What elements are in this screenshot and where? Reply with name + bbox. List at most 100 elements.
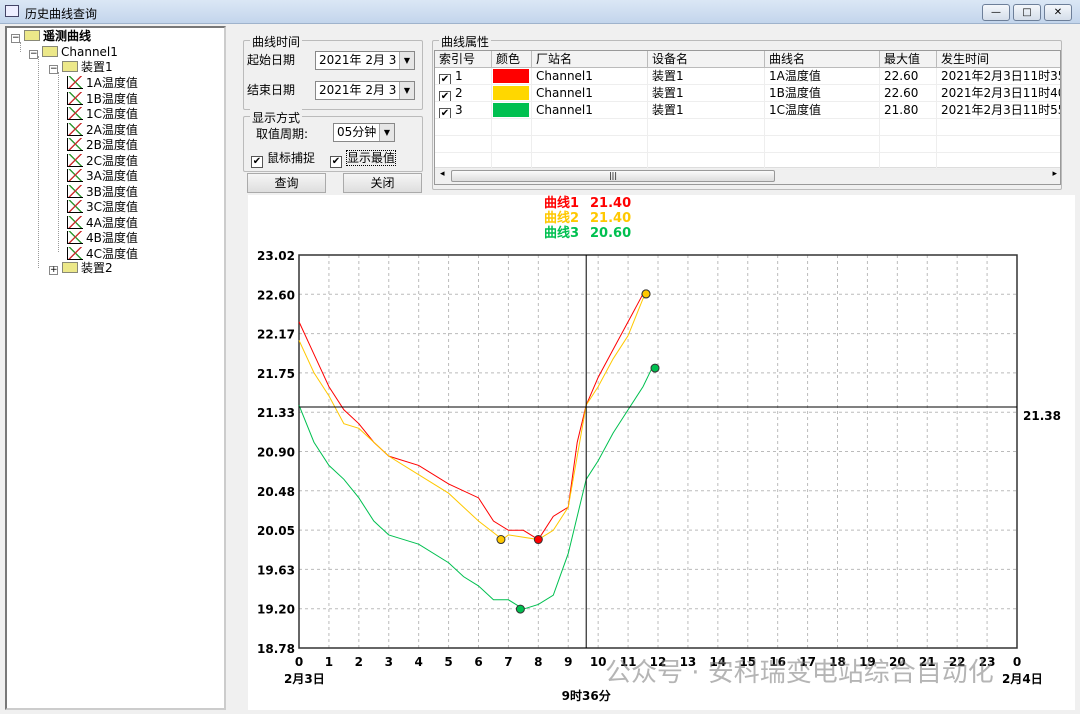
row-checkbox[interactable]: ✔ 3 (435, 102, 492, 119)
tree-root[interactable]: − 遥测曲线 (11, 29, 91, 44)
tree-item[interactable]: 1C温度值 (67, 107, 138, 122)
row-checkbox[interactable]: ✔ 2 (435, 85, 492, 102)
column-header[interactable]: 厂站名 (532, 51, 648, 68)
y-tick-label: 19.63 (257, 563, 295, 577)
column-header[interactable]: 颜色 (492, 51, 532, 68)
y-tick-label: 21.75 (257, 367, 295, 381)
tree-view[interactable]: − 遥测曲线 − Channel1 − 装置1 1A温度值 1B温度值 1C温度值 2A温度… (5, 26, 226, 710)
tree-item[interactable]: 2C温度值 (67, 153, 138, 169)
folder-icon (62, 61, 78, 72)
color-swatch (492, 85, 532, 102)
mouse-capture-checkbox[interactable]: ✔ 鼠标捕捉 (251, 149, 315, 168)
legend-value: 20.60 (590, 226, 631, 241)
curve-icon (67, 138, 83, 151)
cell-station: Channel1 (532, 85, 648, 102)
chart-area[interactable]: 曲线1 21.40 曲线2 21.40 曲线3 20.60 23.02 22.60 22.17 2… (248, 195, 1075, 710)
cell-device: 装置1 (648, 85, 765, 102)
minimize-button[interactable]: — (982, 4, 1010, 21)
y-tick-label: 19.20 (257, 603, 295, 617)
column-header[interactable]: 曲线名 (765, 51, 880, 68)
curve-icon (67, 215, 83, 229)
x-tick-label: 7 (504, 655, 512, 669)
tree-item[interactable]: 3B温度值 (67, 184, 138, 200)
color-swatch (492, 102, 532, 119)
column-header[interactable]: 最大值 (880, 51, 937, 68)
legend-label: 曲线3 (544, 225, 579, 241)
series-min-marker (515, 604, 525, 614)
y-tick-label: 20.48 (257, 485, 295, 499)
curve-icon (67, 76, 83, 89)
x-tick-label: 9 (564, 655, 572, 669)
tree-device-1[interactable]: − 装置1 (49, 60, 113, 75)
checkbox-checked-icon: ✔ (439, 74, 451, 85)
cell-curve: 1A温度值 (765, 68, 880, 85)
series-max-marker (641, 289, 651, 299)
close-button[interactable]: 关闭 (343, 173, 422, 193)
tree-item[interactable]: 4C温度值 (67, 246, 138, 262)
chevron-down-icon: ▼ (379, 124, 394, 141)
end-date-picker[interactable]: 2021年 2月 3 ▼ (315, 81, 415, 100)
tree-item[interactable]: 1B温度值 (67, 91, 138, 107)
end-date-label: 结束日期 (247, 83, 296, 97)
scrollbar-thumb[interactable]: ||| (451, 170, 775, 182)
cell-time: 2021年2月3日11时35 (937, 68, 1060, 85)
x-tick-label: 2 (355, 655, 363, 669)
x-end-date: 2月4日 (1002, 672, 1043, 686)
legend-label: 曲线1 (544, 195, 579, 211)
cell-time: 2021年2月3日11时55 (937, 102, 1060, 119)
legend-value: 21.40 (590, 196, 631, 211)
tree-item[interactable]: 1A温度值 (67, 76, 138, 91)
x-tick-label: 1 (325, 655, 333, 669)
start-date-picker[interactable]: 2021年 2月 3 ▼ (315, 51, 415, 70)
history-chart[interactable]: 曲线1 21.40 曲线2 21.40 曲线3 20.60 23.02 22.60 22.17 2… (248, 195, 1075, 710)
folder-icon (62, 262, 78, 273)
series-max-marker (650, 363, 660, 373)
y-tick-label: 22.60 (257, 288, 295, 302)
tree-channel[interactable]: − Channel1 (29, 45, 118, 60)
curve-props-table[interactable]: ◂ ||| ▸ 索引号 颜色 厂站名 设备名 曲线名 最大值 发生时间 ✔ 1 Channel1 装… (434, 50, 1061, 185)
app-icon (5, 5, 19, 17)
y-tick-label: 22.17 (257, 328, 295, 342)
cell-station: Channel1 (532, 102, 648, 119)
column-header[interactable]: 设备名 (648, 51, 765, 68)
cell-station: Channel1 (532, 68, 648, 85)
tree-item[interactable]: 3A温度值 (67, 169, 138, 184)
x-start-date: 2月3日 (284, 672, 325, 686)
tree-item[interactable]: 2B温度值 (67, 138, 138, 153)
tree-item[interactable]: 4A温度值 (67, 215, 138, 231)
period-label: 取值周期: (256, 127, 309, 141)
cell-max: 22.60 (880, 68, 937, 85)
curve-icon (67, 122, 83, 136)
query-button[interactable]: 查询 (247, 173, 326, 193)
cell-curve: 1B温度值 (765, 85, 880, 102)
x-tick-label: 3 (385, 655, 393, 669)
column-header[interactable]: 索引号 (435, 51, 492, 68)
curve-icon (67, 246, 83, 260)
legend-value: 21.40 (590, 211, 631, 226)
cell-time: 2021年2月3日11时40 (937, 85, 1060, 102)
tree-item[interactable]: 2A温度值 (67, 122, 138, 138)
x-tick-label: 5 (444, 655, 452, 669)
curve-icon (67, 184, 83, 198)
maximize-button[interactable]: □ (1013, 4, 1041, 21)
period-select[interactable]: 05分钟 ▼ (333, 123, 395, 142)
curve-icon (67, 169, 83, 182)
row-checkbox[interactable]: ✔ 1 (435, 68, 492, 85)
y-tick-label: 20.90 (257, 446, 295, 460)
cell-device: 装置1 (648, 102, 765, 119)
curve-icon (67, 91, 83, 105)
y-tick-label: 18.78 (257, 642, 295, 656)
tree-device-2[interactable]: + 装置2 (49, 261, 113, 276)
x-tick-label: 4 (414, 655, 422, 669)
column-header[interactable]: 发生时间 (937, 51, 1060, 68)
show-extreme-checkbox[interactable]: ✔ 显示最值 (330, 149, 397, 168)
tree-item[interactable]: 3C温度值 (67, 200, 138, 215)
tree-item[interactable]: 4B温度值 (67, 231, 138, 246)
y-tick-label: 20.05 (257, 524, 295, 538)
cell-max: 22.60 (880, 85, 937, 102)
y-tick-label: 21.33 (257, 406, 295, 420)
plot-frame (298, 254, 1018, 649)
close-window-button[interactable]: ✕ (1044, 4, 1072, 21)
checkbox-checked-icon: ✔ (439, 108, 451, 119)
cursor-y-label: 21.38 (1023, 409, 1061, 423)
